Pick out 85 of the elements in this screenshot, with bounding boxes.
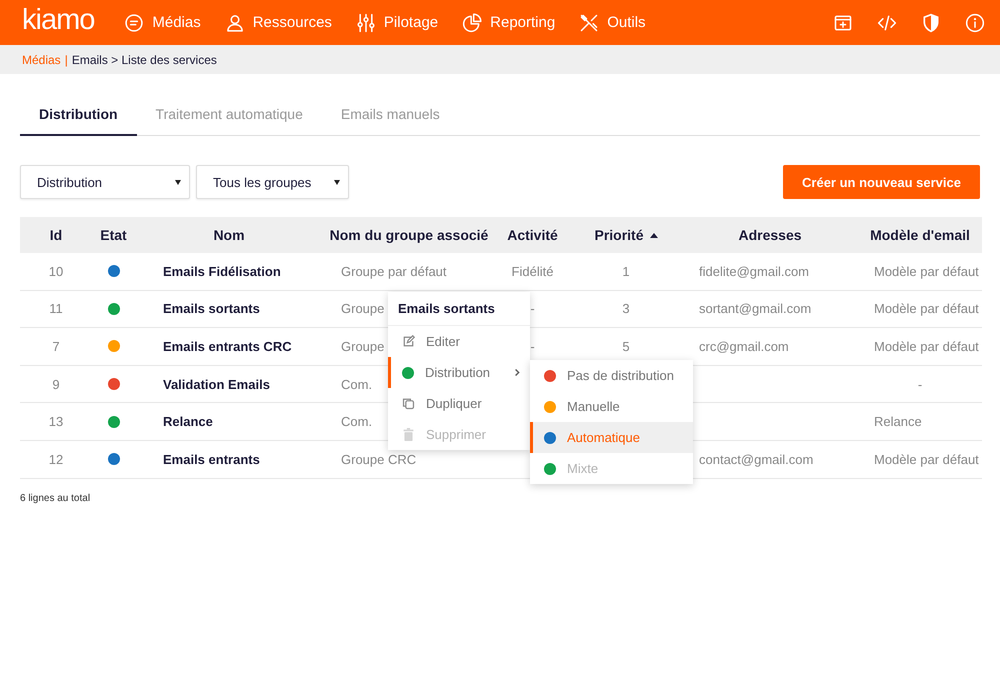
template-cell: Modèle par défaut [874, 452, 979, 467]
id-cell-text: 10 [48, 264, 64, 279]
column-header[interactable]: Activité [495, 227, 570, 243]
service-name: Emails entrants CRC [163, 338, 292, 354]
window-icon [833, 12, 853, 32]
code-icon [877, 12, 897, 32]
breadcrumb-current: Emails > Liste des services [72, 52, 217, 66]
tab[interactable]: Emails manuels [322, 104, 459, 136]
group-cell: Groupe [341, 338, 384, 354]
activity-cell-text: - [529, 338, 536, 354]
filter-dropdown[interactable]: Distribution [20, 165, 190, 199]
group-cell: Com. [341, 376, 372, 392]
template-cell-text: - [916, 376, 924, 392]
column-header[interactable]: Nom [135, 227, 323, 243]
trash-icon [402, 428, 415, 441]
shield-icon [921, 12, 941, 32]
user-icon [224, 12, 245, 32]
menu-item[interactable]: Editer [388, 326, 530, 357]
template-cell: Relance [874, 414, 922, 430]
priority-cell-text: 5 [621, 338, 631, 354]
service-name: Relance [163, 414, 213, 430]
column-header[interactable]: Modèle d'email [858, 227, 982, 243]
chat-icon [124, 12, 144, 32]
service-name: Validation Emails [163, 376, 270, 392]
nav-item[interactable]: Médias [124, 12, 201, 32]
template-cell: Modèle par défaut [874, 301, 979, 316]
activity-cell-text: - [529, 301, 536, 316]
menu-item[interactable]: Automatique [530, 422, 693, 453]
breadcrumb-separator: | [64, 52, 68, 66]
column-header[interactable]: Nom du groupe associé [323, 227, 495, 243]
edit-icon [402, 335, 415, 348]
id-cell-text: 9 [51, 376, 61, 392]
id-cell-text: 7 [51, 338, 61, 354]
column-header[interactable]: Id [20, 227, 92, 243]
service-name: Emails entrants [163, 452, 260, 467]
info-icon [965, 12, 985, 32]
menu-item[interactable]: Manuelle [530, 391, 693, 422]
address-cell: fidelite@gmail.com [699, 264, 810, 279]
row-count: 6 lignes au total [20, 492, 92, 504]
logo[interactable]: kiamo [22, 6, 94, 35]
priority-cell-text: 3 [621, 301, 631, 316]
menu-item[interactable]: Pas de distribution [530, 360, 693, 391]
address-cell: crc@gmail.com [699, 338, 789, 354]
tools-icon [579, 12, 600, 32]
id-cell-text: 13 [48, 414, 64, 430]
id-cell-text: 12 [48, 452, 64, 467]
tab[interactable]: Traitement automatique [136, 104, 322, 136]
sorted-column-header[interactable]: Priorité [570, 227, 682, 243]
info-button[interactable] [965, 12, 985, 32]
address-cell: sortant@gmail.com [699, 301, 812, 316]
column-header[interactable]: Etat [92, 227, 135, 243]
template-cell: Modèle par défaut [874, 338, 979, 354]
id-cell-text: 11 [48, 301, 64, 316]
code-button[interactable] [877, 12, 897, 32]
priority-cell-text: 1 [621, 264, 631, 279]
breadcrumb-link[interactable]: Médias [22, 52, 61, 66]
menu-title: Emails sortants [388, 292, 530, 326]
group-cell: Com. [341, 414, 372, 430]
nav-item[interactable]: Reporting [462, 12, 556, 32]
sort-ascending-icon [650, 232, 658, 238]
pie-chart-icon [462, 12, 482, 32]
chevron-right-icon [513, 368, 522, 377]
copy-icon [402, 397, 415, 410]
address-cell: contact@gmail.com [699, 452, 814, 467]
shield-button[interactable] [921, 12, 941, 32]
filter-dropdown[interactable]: Tous les groupes [196, 165, 349, 199]
activity-cell-text: Fidélité [510, 264, 554, 279]
window-button[interactable] [833, 12, 853, 32]
group-cell: Groupe [341, 301, 384, 316]
caret-icon [175, 180, 181, 184]
group-cell: Groupe CRC [341, 452, 416, 467]
create-service-button[interactable]: Créer un nouveau service [783, 165, 980, 199]
caret-icon [334, 180, 340, 184]
sliders-icon [356, 12, 376, 32]
nav-item[interactable]: Ressources [224, 12, 332, 32]
tab[interactable]: Distribution [20, 104, 137, 136]
menu-item[interactable]: Distribution [388, 357, 530, 388]
nav-item[interactable]: Outils [579, 12, 646, 32]
template-cell: Modèle par défaut [874, 264, 979, 279]
group-cell: Groupe par défaut [341, 264, 447, 279]
menu-item[interactable]: Dupliquer [388, 388, 530, 419]
nav-item[interactable]: Pilotage [356, 12, 438, 32]
service-name: Emails Fidélisation [163, 264, 281, 279]
service-name: Emails sortants [163, 301, 260, 316]
column-header[interactable]: Adresses [682, 227, 858, 243]
